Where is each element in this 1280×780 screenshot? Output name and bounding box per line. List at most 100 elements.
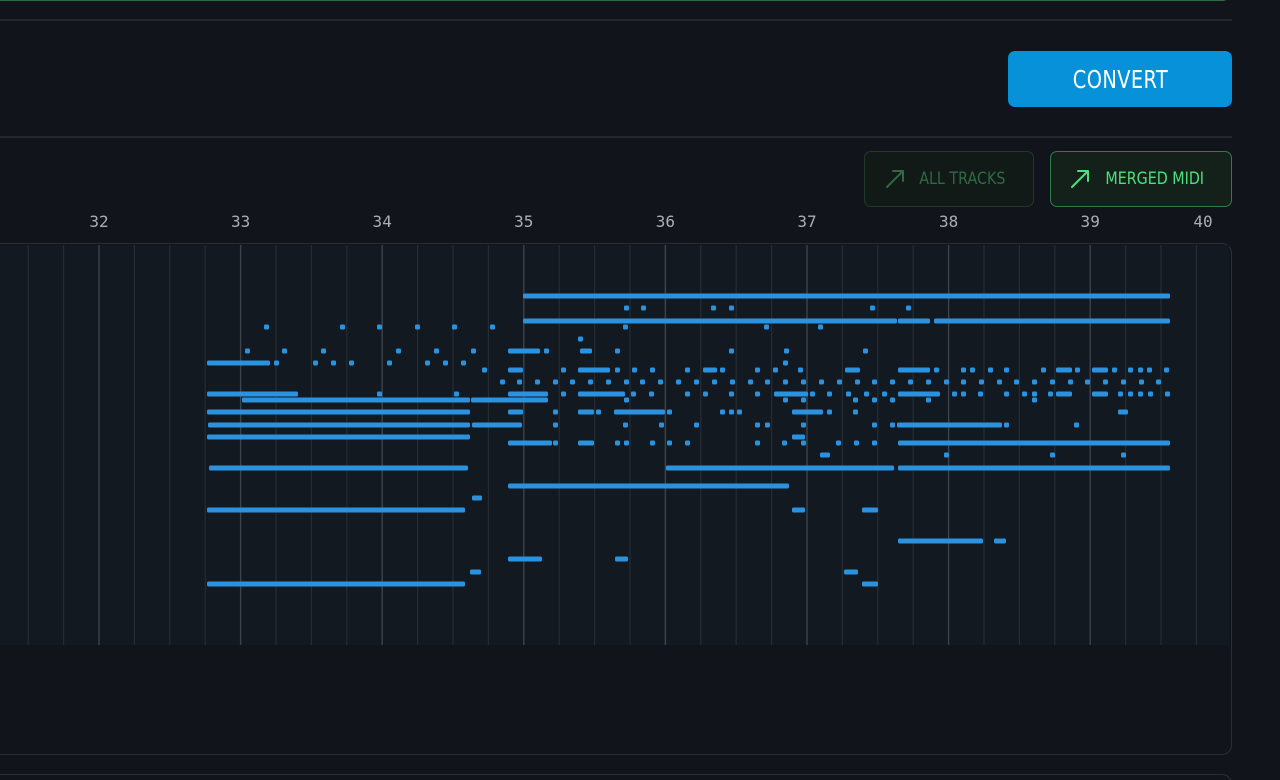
midi-note [783, 379, 788, 385]
midi-note [720, 367, 725, 373]
midi-note [606, 379, 611, 385]
midi-note [207, 581, 465, 587]
midi-note [349, 360, 354, 366]
arrow-up-right-icon [1069, 168, 1091, 190]
midi-note [703, 367, 717, 373]
midi-note [1050, 452, 1055, 458]
midi-note [926, 397, 931, 403]
midi-note [961, 379, 966, 385]
midi-note [773, 367, 778, 373]
midi-note [862, 507, 878, 513]
midi-note [1128, 391, 1133, 397]
midi-note [208, 422, 470, 428]
convert-button[interactable]: CONVERT [1008, 51, 1232, 107]
midi-note [1139, 379, 1144, 385]
midi-note [242, 397, 470, 403]
midi-note [207, 360, 270, 366]
midi-note [624, 379, 629, 385]
midi-note [544, 348, 549, 354]
midi-note [906, 305, 911, 311]
midi-note [798, 367, 803, 373]
midi-note [730, 379, 735, 385]
midi-note [578, 336, 583, 342]
midi-note [588, 379, 593, 385]
midi-note [207, 507, 465, 513]
midi-note [340, 324, 345, 330]
midi-note [944, 379, 949, 385]
midi-note [245, 348, 250, 354]
midi-note [264, 324, 269, 330]
midi-note [837, 379, 842, 385]
midi-note [898, 465, 1170, 471]
midi-note [1121, 452, 1126, 458]
measure-label-39: 39 [1080, 212, 1100, 231]
midi-note [667, 440, 672, 446]
midi-note [1138, 367, 1143, 373]
midi-note [1164, 367, 1169, 373]
midi-note [578, 440, 594, 446]
midi-note [792, 409, 823, 415]
midi-note [282, 348, 287, 354]
midi-note [1032, 379, 1037, 385]
all-tracks-button[interactable]: ALL TRACKS [864, 151, 1034, 207]
midi-note [898, 538, 983, 544]
piano-roll-note-area[interactable] [0, 245, 1229, 645]
midi-note [870, 305, 875, 311]
midi-note [961, 367, 966, 373]
midi-note [994, 538, 1006, 544]
midi-note [944, 452, 949, 458]
upper-panel [0, 0, 1232, 1]
midi-note [570, 379, 575, 385]
midi-note [490, 324, 495, 330]
midi-note [729, 409, 734, 415]
midi-note [461, 360, 466, 366]
midi-note [1004, 391, 1009, 397]
midi-note [454, 391, 459, 397]
midi-note [470, 569, 481, 575]
midi-note [890, 397, 895, 403]
midi-note [801, 379, 806, 385]
arrow-up-right-icon [884, 168, 906, 190]
midi-note [765, 379, 770, 385]
midi-note [872, 422, 877, 428]
midi-note [649, 391, 654, 397]
midi-note [659, 422, 664, 428]
measure-label-32: 32 [89, 212, 109, 231]
midi-note [553, 440, 558, 446]
midi-note [864, 391, 869, 397]
piano-roll-canvas [27, 245, 1198, 645]
midi-note [1068, 379, 1073, 385]
midi-note [934, 318, 1170, 324]
midi-note [1004, 422, 1009, 428]
midi-note [694, 379, 699, 385]
midi-note [443, 360, 448, 366]
midi-note [1128, 367, 1133, 373]
midi-note [1147, 367, 1152, 373]
midi-note [844, 569, 858, 575]
midi-note [624, 397, 629, 403]
midi-note [313, 360, 318, 366]
midi-note [676, 379, 681, 385]
midi-note [508, 367, 523, 373]
midi-note [836, 440, 841, 446]
midi-note [452, 324, 457, 330]
midi-note [1048, 391, 1053, 397]
midi-note [1103, 379, 1108, 385]
measure-label-38: 38 [938, 212, 959, 231]
midi-note [472, 495, 482, 501]
measure-label-35: 35 [514, 212, 534, 231]
midi-note [685, 440, 690, 446]
midi-note [1022, 391, 1027, 397]
midi-note [623, 324, 628, 330]
midi-note [997, 379, 1002, 385]
midi-note [1138, 391, 1143, 397]
midi-note [632, 367, 637, 373]
midi-note [729, 391, 734, 397]
midi-note [553, 379, 558, 385]
measure-label-40: 40 [1193, 212, 1213, 231]
midi-note [508, 440, 552, 446]
midi-note [553, 422, 558, 428]
midi-note [1112, 367, 1117, 373]
section-divider [0, 19, 1232, 21]
merged-midi-button[interactable]: MERGED MIDI [1050, 151, 1232, 207]
